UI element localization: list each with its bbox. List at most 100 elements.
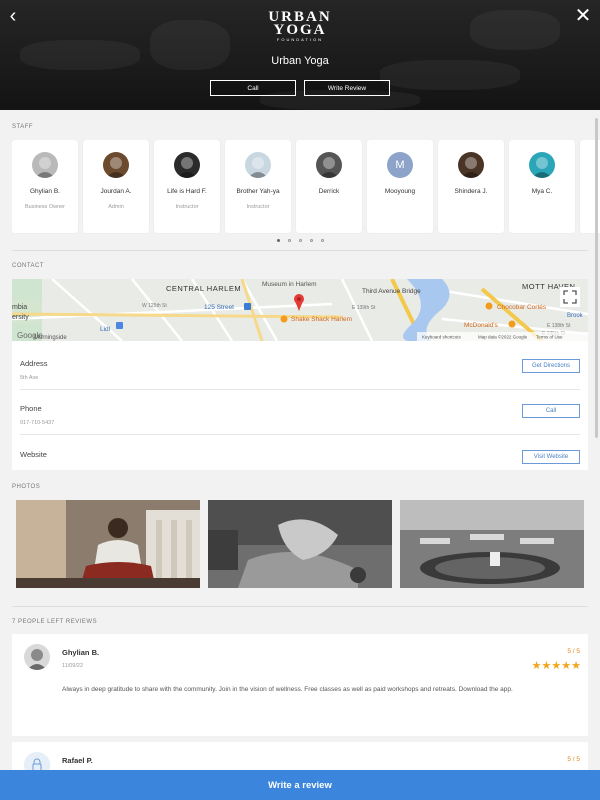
pagination-dot[interactable]	[309, 239, 313, 242]
studio-photo-3[interactable]	[400, 500, 584, 588]
reviewer-name: Rafael P.	[62, 756, 93, 765]
staff-carousel[interactable]: Ghylian B. Business Owner Jourdan A. Admin L…	[12, 140, 600, 234]
svg-text:Lidl: Lidl	[100, 326, 111, 333]
studio-photo-1[interactable]	[16, 500, 200, 588]
svg-text:Google: Google	[17, 331, 43, 340]
staff-section-label: STAFF	[12, 124, 34, 130]
reviewer-name: Ghylian B.	[62, 648, 100, 657]
photo-image	[16, 500, 200, 588]
photo-image	[400, 500, 584, 588]
svg-text:Museum in Harlem: Museum in Harlem	[262, 281, 317, 288]
rating-stars: ★★★★★	[532, 659, 581, 672]
review-text: Always in deep gratitude to share with t…	[62, 686, 513, 693]
star-icon: ★	[561, 660, 572, 672]
svg-text:Terms of Use: Terms of Use	[536, 335, 563, 340]
studio-logo: URBAN YOGA FOUNDATION	[268, 9, 332, 43]
staff-avatar	[529, 152, 555, 178]
hero-write-review-button[interactable]: Write Review	[304, 80, 390, 96]
contact-section-label: CONTACT	[12, 263, 45, 269]
address-row: Address 5th Ave Get Directions	[20, 345, 580, 390]
staff-card[interactable]: Mya C.	[509, 140, 575, 233]
divider	[12, 250, 588, 251]
phone-row: Phone 917-710-5437 Call	[20, 390, 580, 435]
address-value: 5th Ave	[20, 375, 39, 381]
avatar-image	[319, 157, 339, 178]
svg-text:ersity: ersity	[12, 314, 29, 321]
staff-card[interactable]: Jourdan A. Admin	[83, 140, 149, 233]
avatar-image	[35, 157, 55, 178]
visit-website-button[interactable]: Visit Website	[522, 450, 580, 464]
staff-name: Mya C.	[531, 188, 553, 195]
svg-text:125 Street: 125 Street	[204, 304, 234, 311]
website-label: Website	[20, 450, 47, 459]
avatar-image	[24, 644, 50, 670]
avatar-image	[532, 157, 552, 178]
star-icon: ★	[541, 660, 552, 672]
staff-card[interactable]: Shindera J.	[438, 140, 504, 233]
avatar-initial: M	[395, 159, 405, 171]
staff-role: Instructor	[175, 204, 199, 210]
address-label: Address	[20, 359, 48, 368]
staff-name: Shindera J.	[454, 188, 488, 195]
staff-avatar	[174, 152, 200, 178]
review-date: 11/09/22	[62, 663, 84, 669]
hero-call-button[interactable]: Call	[210, 80, 296, 96]
website-row: Website Visit Website	[20, 436, 580, 470]
phone-label: Phone	[20, 404, 42, 413]
scrollbar[interactable]	[595, 118, 598, 438]
hero-banner: ‹ ✕ URBAN YOGA FOUNDATION Urban Yoga Cal…	[0, 0, 600, 110]
avatar-image	[248, 157, 268, 178]
svg-text:McDonald's: McDonald's	[464, 322, 499, 329]
star-icon: ★	[571, 660, 581, 672]
svg-text:Shake Shack Harlem: Shake Shack Harlem	[291, 316, 352, 323]
pagination-dot[interactable]	[298, 239, 302, 242]
staff-name: Ghylian B.	[30, 188, 60, 195]
avatar-image	[177, 157, 197, 178]
staff-role: Instructor	[246, 204, 270, 210]
contact-card: CENTRAL HARLEM Museum in Harlem Third Av…	[12, 279, 588, 470]
get-directions-button[interactable]: Get Directions	[522, 359, 580, 373]
studio-title: Urban Yoga	[271, 55, 329, 67]
pagination-dot[interactable]	[320, 239, 324, 242]
svg-text:Chocobar Cortés: Chocobar Cortés	[497, 304, 547, 311]
review-score: 5 / 5	[567, 648, 580, 655]
staff-avatar	[103, 152, 129, 178]
staff-card[interactable]: M Mooyoung	[367, 140, 433, 233]
staff-avatar	[458, 152, 484, 178]
pagination-dot[interactable]	[287, 239, 291, 242]
svg-text:Map data ©2022 Google: Map data ©2022 Google	[478, 334, 528, 340]
reviewer-avatar	[24, 644, 50, 670]
contact-call-button[interactable]: Call	[522, 404, 580, 418]
studio-photo-2[interactable]	[208, 500, 392, 588]
staff-avatar	[316, 152, 342, 178]
write-a-review-button[interactable]: Write a review	[0, 770, 600, 800]
svg-text:Keyboard shortcuts: Keyboard shortcuts	[422, 335, 462, 340]
staff-card[interactable]: Life is Hard F. Instructor	[154, 140, 220, 233]
staff-card[interactable]: Brother Yah-ya Instructor	[225, 140, 291, 233]
review-score: 5 / 5	[567, 756, 580, 763]
reviews-section-label: 7 PEOPLE LEFT REVIEWS	[12, 619, 98, 625]
svg-text:mbia: mbia	[12, 304, 27, 311]
staff-name: Derrick	[318, 188, 340, 195]
star-icon: ★	[531, 660, 542, 672]
staff-role: Admin	[108, 204, 124, 210]
location-map[interactable]: CENTRAL HARLEM Museum in Harlem Third Av…	[12, 279, 588, 341]
staff-avatar: M	[387, 152, 413, 178]
staff-role: Business Owner	[24, 204, 66, 210]
pagination-dot[interactable]	[276, 239, 280, 242]
star-icon: ★	[551, 660, 562, 672]
avatar-image	[461, 157, 481, 178]
staff-name: Jourdan A.	[100, 188, 132, 195]
phone-value: 917-710-5437	[20, 420, 55, 426]
staff-card[interactable]: Ghylian B. Business Owner	[12, 140, 78, 233]
svg-text:W 125th St: W 125th St	[142, 303, 167, 309]
staff-carousel-pagination	[0, 239, 600, 242]
review-card: Ghylian B. 11/09/22 5 / 5 ★★★★★ Always i…	[12, 634, 588, 736]
staff-card[interactable]: Derrick	[296, 140, 362, 233]
svg-text:E 139th St: E 139th St	[352, 305, 376, 311]
svg-text:Third Avenue Bridge: Third Avenue Bridge	[362, 288, 421, 295]
staff-avatar	[245, 152, 271, 178]
photos-section-label: PHOTOS	[12, 484, 41, 490]
svg-text:CENTRAL HARLEM: CENTRAL HARLEM	[166, 284, 241, 293]
staff-name: Life is Hard F.	[167, 188, 207, 195]
